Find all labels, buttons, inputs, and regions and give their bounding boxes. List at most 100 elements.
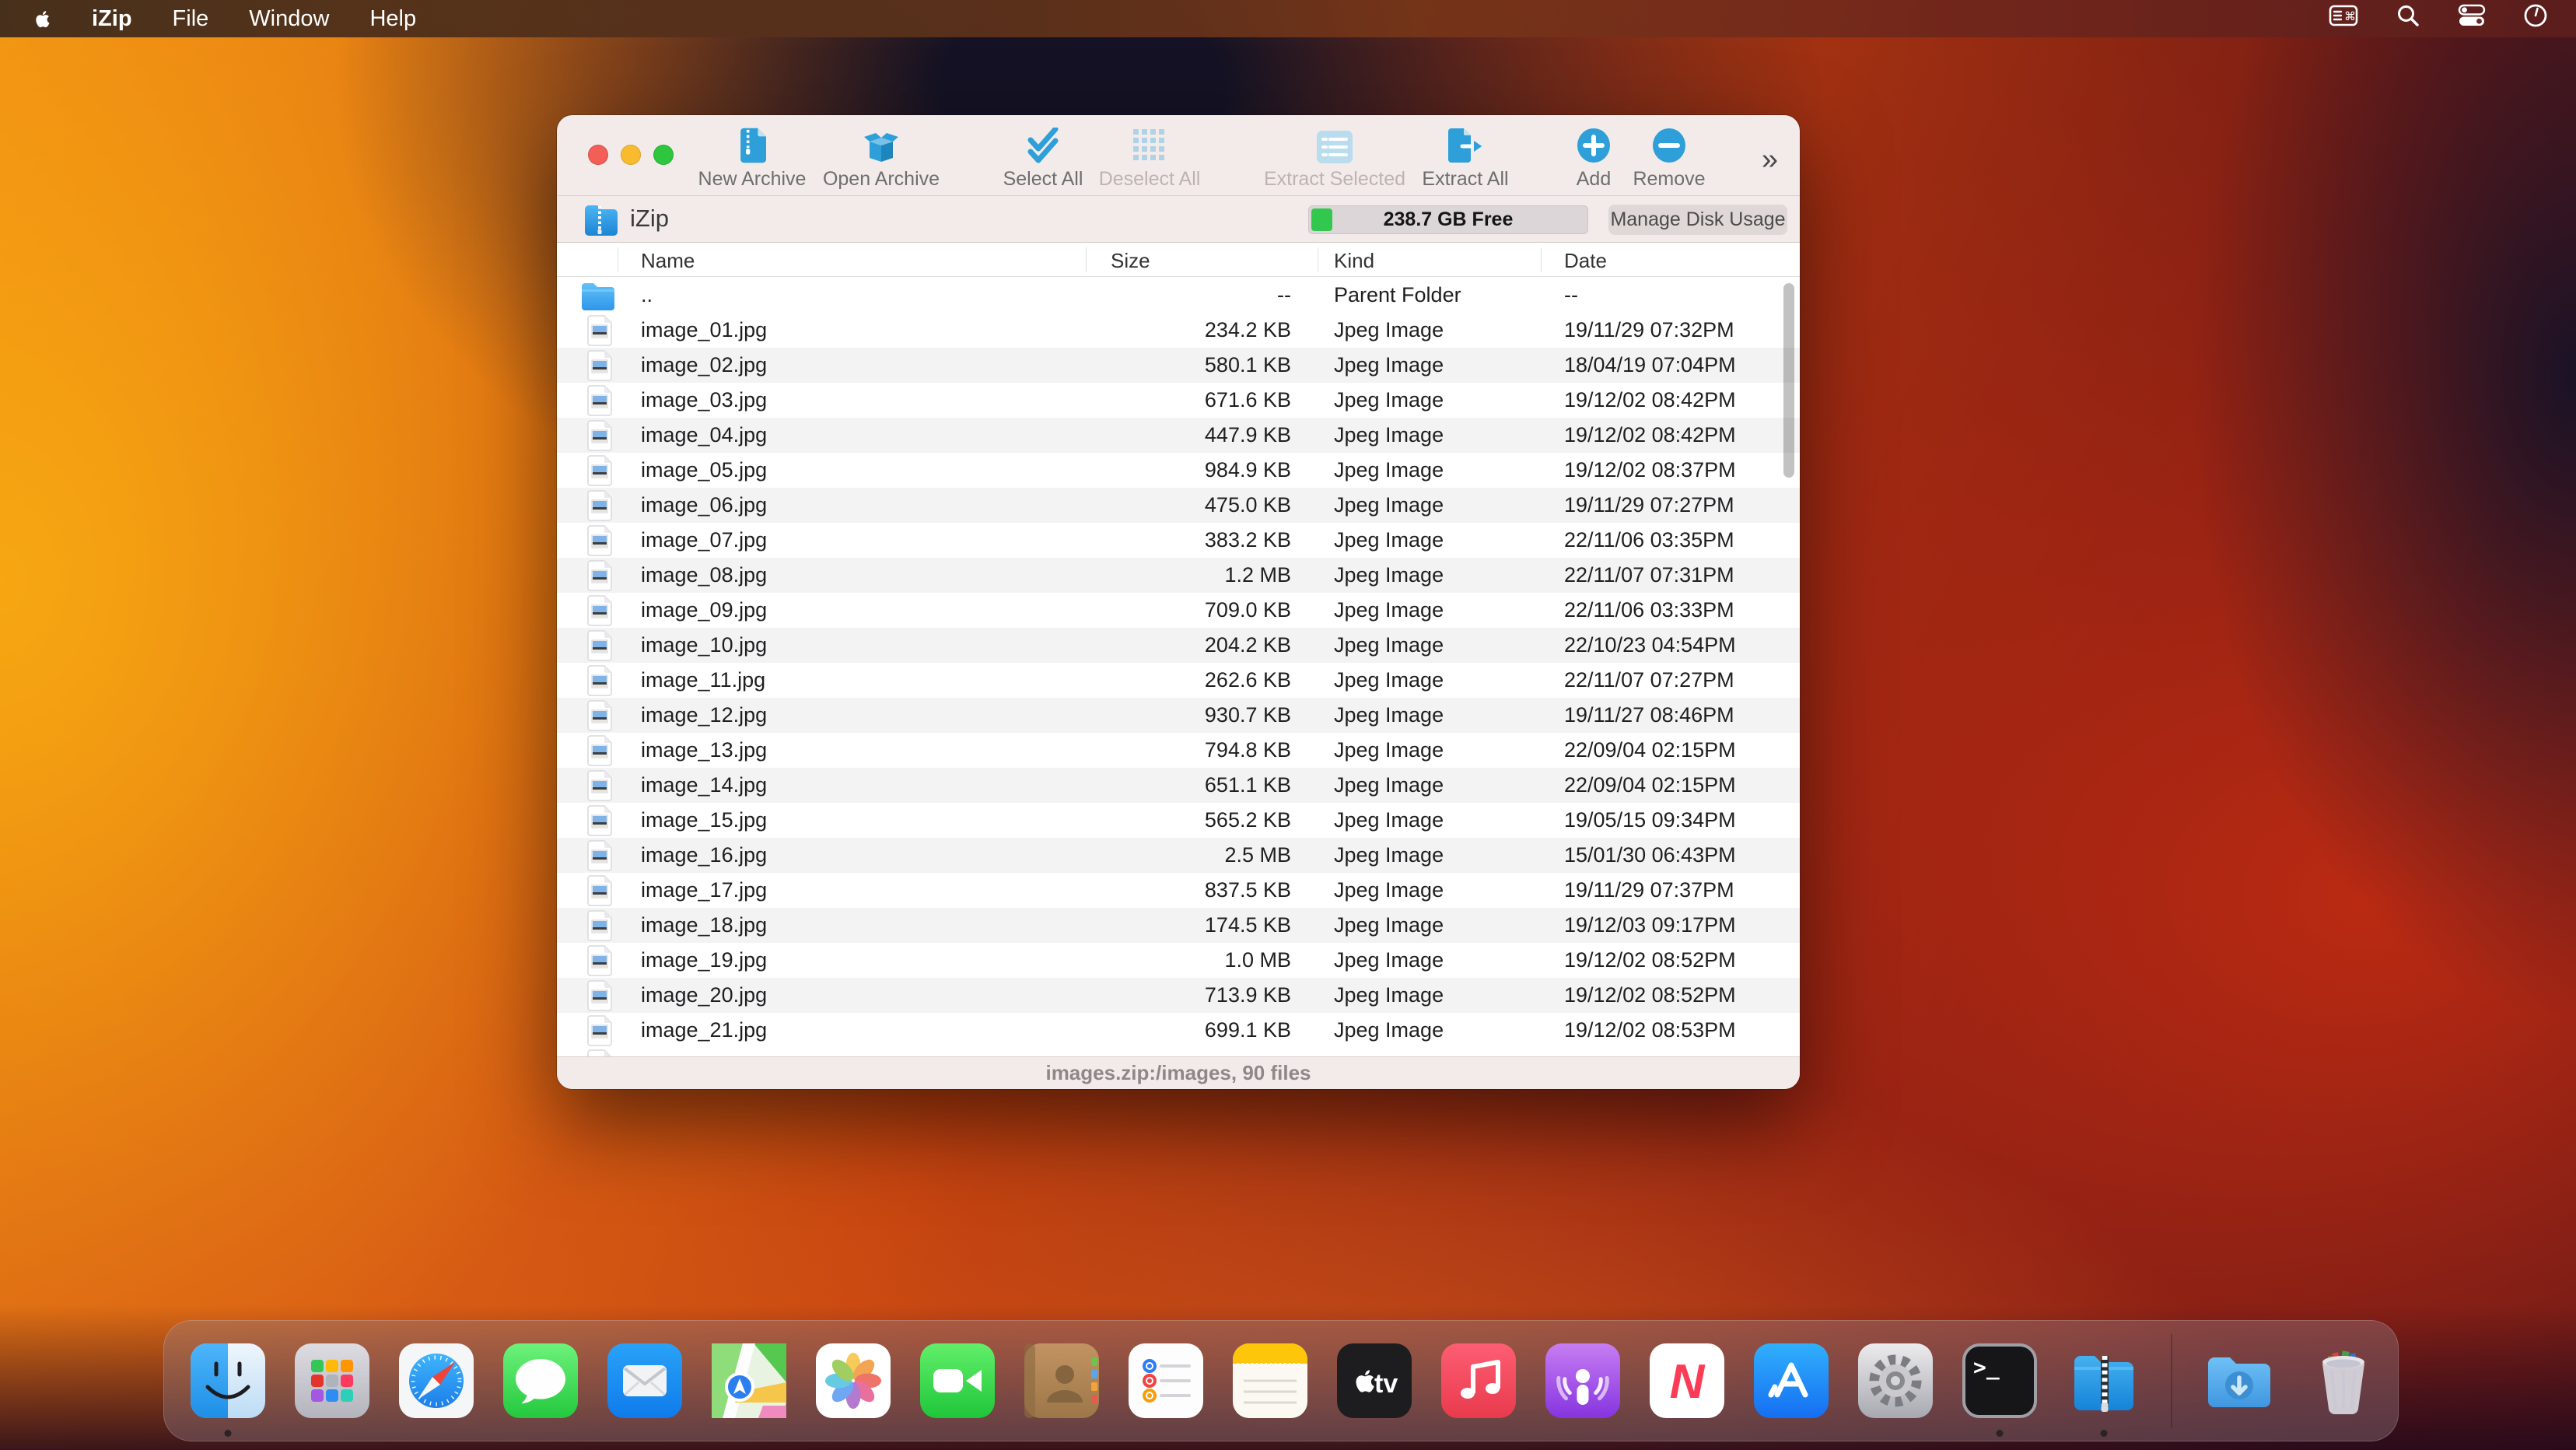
table-row[interactable]: image_04.jpg 447.9 KB Jpeg Image 19/12/0… <box>557 418 1800 453</box>
cell-kind: Jpeg Image <box>1334 558 1444 593</box>
table-row[interactable]: image_17.jpg 837.5 KB Jpeg Image 19/11/2… <box>557 873 1800 908</box>
dock-safari-icon[interactable] <box>399 1343 474 1418</box>
close-button[interactable] <box>588 145 608 165</box>
dock-facetime-icon[interactable] <box>920 1343 995 1418</box>
cell-kind: Jpeg Image <box>1334 768 1444 803</box>
add-button[interactable]: Add <box>1563 128 1625 191</box>
table-row-partial <box>557 1047 1800 1056</box>
menu-items: iZip File Window Help <box>92 6 416 32</box>
table-row[interactable]: image_19.jpg 1.0 MB Jpeg Image 19/12/02 … <box>557 943 1800 978</box>
dock-news-icon[interactable]: N <box>1650 1343 1724 1418</box>
menu-status-icons: ⌘ <box>2329 3 2548 34</box>
dock-contacts-icon[interactable] <box>1024 1343 1099 1418</box>
menu-file[interactable]: File <box>173 6 209 32</box>
open-archive-button[interactable]: Open Archive <box>815 128 947 191</box>
select-all-button[interactable]: Select All <box>992 128 1094 191</box>
dock-messages-icon[interactable] <box>503 1343 578 1418</box>
dock-podcasts-icon[interactable] <box>1545 1343 1620 1418</box>
cell-kind: Jpeg Image <box>1334 453 1444 488</box>
dock-apple-tv-icon[interactable]: tv <box>1337 1343 1412 1418</box>
toolbar-label: New Archive <box>698 168 807 191</box>
scrollbar-thumb[interactable] <box>1783 283 1794 478</box>
table-row-parent[interactable]: .. -- Parent Folder -- <box>557 278 1800 313</box>
table-row[interactable]: image_07.jpg 383.2 KB Jpeg Image 22/11/0… <box>557 523 1800 558</box>
apple-menu-icon[interactable] <box>31 7 51 30</box>
table-row[interactable]: image_06.jpg 475.0 KB Jpeg Image 19/11/2… <box>557 488 1800 523</box>
cell-name: image_07.jpg <box>641 523 767 558</box>
zoom-button[interactable] <box>653 145 674 165</box>
cell-name: image_10.jpg <box>641 628 767 663</box>
status-bar: images.zip:/images, 90 files <box>557 1056 1800 1089</box>
table-row[interactable]: image_05.jpg 984.9 KB Jpeg Image 19/12/0… <box>557 453 1800 488</box>
column-header-size[interactable]: Size <box>1111 249 1150 273</box>
svg-text:>_: >_ <box>1973 1354 2000 1380</box>
dock-notes-icon[interactable] <box>1233 1343 1307 1418</box>
new-archive-button[interactable]: New Archive <box>690 128 814 191</box>
cell-kind: Jpeg Image <box>1334 873 1444 908</box>
extract-selected-button[interactable]: Extract Selected <box>1257 128 1412 191</box>
table-row[interactable]: image_13.jpg 794.8 KB Jpeg Image 22/09/0… <box>557 733 1800 768</box>
table-row[interactable]: image_16.jpg 2.5 MB Jpeg Image 15/01/30 … <box>557 838 1800 873</box>
dock-izip-icon[interactable] <box>2067 1343 2141 1418</box>
table-row[interactable]: image_03.jpg 671.6 KB Jpeg Image 19/12/0… <box>557 383 1800 418</box>
cell-name: image_14.jpg <box>641 768 767 803</box>
dock-reminders-icon[interactable] <box>1129 1343 1203 1418</box>
column-header-date[interactable]: Date <box>1564 249 1607 273</box>
column-header-name[interactable]: Name <box>641 249 695 273</box>
table-row[interactable]: image_10.jpg 204.2 KB Jpeg Image 22/10/2… <box>557 628 1800 663</box>
deselect-all-button[interactable]: Deselect All <box>1087 128 1212 191</box>
remove-button[interactable]: Remove <box>1626 128 1712 191</box>
toolbar-label: Add <box>1577 168 1611 191</box>
table-row[interactable]: image_12.jpg 930.7 KB Jpeg Image 19/11/2… <box>557 698 1800 733</box>
cell-kind: Jpeg Image <box>1334 733 1444 768</box>
dock-maps-icon[interactable] <box>712 1343 786 1418</box>
search-icon[interactable] <box>2396 3 2420 34</box>
table-row[interactable]: image_18.jpg 174.5 KB Jpeg Image 19/12/0… <box>557 908 1800 943</box>
dock-downloads-icon[interactable] <box>2202 1343 2277 1418</box>
cell-size: 671.6 KB <box>1086 383 1291 418</box>
table-row[interactable]: image_11.jpg 262.6 KB Jpeg Image 22/11/0… <box>557 663 1800 698</box>
minus-circle-icon <box>1652 128 1686 163</box>
table-row[interactable]: image_14.jpg 651.1 KB Jpeg Image 22/09/0… <box>557 768 1800 803</box>
control-center-icon[interactable] <box>2458 4 2486 33</box>
cell-size: 984.9 KB <box>1086 453 1291 488</box>
dock-mail-icon[interactable] <box>607 1343 682 1418</box>
table-row[interactable]: image_08.jpg 1.2 MB Jpeg Image 22/11/07 … <box>557 558 1800 593</box>
dock-terminal-icon[interactable]: >_ <box>1962 1343 2037 1418</box>
menu-app-name[interactable]: iZip <box>92 6 132 32</box>
dock-photos-icon[interactable] <box>816 1343 891 1418</box>
table-row[interactable]: image_21.jpg 699.1 KB Jpeg Image 19/12/0… <box>557 1013 1800 1048</box>
cell-date: -- <box>1564 278 1578 313</box>
dock-system-settings-icon[interactable] <box>1858 1343 1933 1418</box>
table-row[interactable]: image_15.jpg 565.2 KB Jpeg Image 19/05/1… <box>557 803 1800 838</box>
cell-date: 19/12/03 09:17PM <box>1564 908 1736 943</box>
dock-launchpad-icon[interactable] <box>295 1343 369 1418</box>
cell-size: 713.9 KB <box>1086 978 1291 1013</box>
clock-icon[interactable] <box>2523 3 2548 34</box>
table-row[interactable]: image_09.jpg 709.0 KB Jpeg Image 22/11/0… <box>557 593 1800 628</box>
table-row[interactable]: image_20.jpg 713.9 KB Jpeg Image 19/12/0… <box>557 978 1800 1013</box>
cell-date: 19/12/02 08:53PM <box>1564 1013 1736 1048</box>
column-header-kind[interactable]: Kind <box>1334 249 1374 273</box>
window-toolbar: New Archive Open Archive Select All Dese… <box>557 115 1800 196</box>
menu-help[interactable]: Help <box>369 6 416 32</box>
table-row[interactable]: image_02.jpg 580.1 KB Jpeg Image 18/04/1… <box>557 348 1800 383</box>
jpeg-file-icon <box>586 455 613 492</box>
minimize-button[interactable] <box>621 145 641 165</box>
keyboard-switcher-icon[interactable]: ⌘ <box>2329 4 2358 33</box>
cell-size: 204.2 KB <box>1086 628 1291 663</box>
cell-name: image_06.jpg <box>641 488 767 523</box>
folder-icon <box>580 281 616 316</box>
dock-finder-icon[interactable] <box>191 1343 265 1418</box>
dock-app-store-icon[interactable] <box>1754 1343 1829 1418</box>
manage-disk-usage-button[interactable]: Manage Disk Usage <box>1608 205 1787 235</box>
extract-all-button[interactable]: Extract All <box>1407 128 1524 191</box>
table-row[interactable]: image_01.jpg 234.2 KB Jpeg Image 19/11/2… <box>557 313 1800 348</box>
dock-music-icon[interactable] <box>1441 1343 1516 1418</box>
toolbar-overflow-button[interactable]: » <box>1762 143 1778 177</box>
cell-name: image_11.jpg <box>641 663 765 698</box>
menu-window[interactable]: Window <box>249 6 329 32</box>
cell-name: image_16.jpg <box>641 838 767 873</box>
cell-kind: Jpeg Image <box>1334 803 1444 838</box>
dock-trash-icon[interactable] <box>2306 1343 2381 1418</box>
